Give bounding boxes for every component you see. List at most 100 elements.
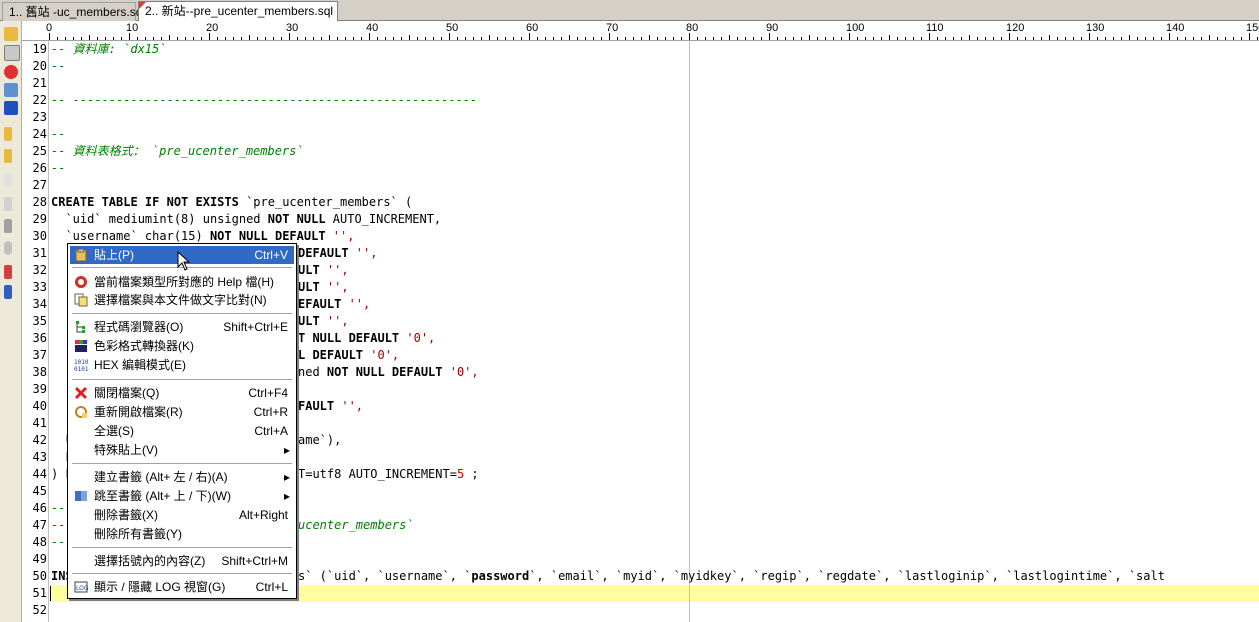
line-number: 34 — [32, 297, 47, 311]
tab-uc-members[interactable]: 1.. 舊站 -uc_members.sql — [2, 2, 145, 21]
folder-icon[interactable] — [4, 27, 18, 41]
line-number: 20 — [32, 59, 47, 73]
ruler-tick — [1201, 37, 1202, 40]
ruler-tick — [401, 37, 402, 40]
ruler-tick — [929, 33, 930, 40]
ruler-tick — [321, 37, 322, 40]
ruler-tick — [1081, 37, 1082, 40]
code-line-37: L DEFAULT '0', — [298, 348, 400, 362]
ruler-tick — [665, 37, 666, 40]
ruler-tick — [753, 37, 754, 40]
ruler-tick — [1033, 37, 1034, 40]
ruler-tick — [57, 37, 58, 40]
menu-item-goto-bookmark[interactable]: 跳至書籤 (Alt+ 上 / 下)(W) ▸ — [70, 487, 294, 505]
ruler-tick — [1241, 37, 1242, 40]
line-number: 38 — [32, 365, 47, 379]
ruler-tick — [129, 33, 130, 40]
code-line-50-tail: s` (`uid`, `username`, `password`, `emai… — [298, 569, 1165, 583]
ruler-tick — [1089, 33, 1090, 40]
tree-icon — [76, 321, 85, 333]
ruler-tick — [617, 37, 618, 40]
bookmark-icon[interactable] — [4, 127, 12, 141]
line-number: 27 — [32, 178, 47, 192]
menu-item-close-file[interactable]: 關閉檔案(Q) Ctrl+F4 — [70, 384, 294, 402]
menu-item-toggle-log-window[interactable]: LOG 顯示 / 隱藏 LOG 視窗(G) Ctrl+L — [70, 578, 294, 596]
ruler-tick — [353, 37, 354, 40]
cube-icon[interactable] — [4, 101, 18, 115]
ruler-tick — [745, 37, 746, 40]
ruler-tick — [1185, 37, 1186, 40]
column-ruler: 0102030405060708090100110120130140150 — [22, 21, 1259, 41]
line-number: 40 — [32, 399, 47, 413]
ruler-tick — [1145, 37, 1146, 40]
globe-icon[interactable] — [4, 241, 12, 255]
ruler-tick — [1225, 37, 1226, 40]
ruler-tick — [1073, 37, 1074, 40]
ruler-tick — [425, 37, 426, 40]
ruler-label: 50 — [446, 22, 459, 34]
ftp-icon[interactable] — [4, 45, 20, 61]
menu-item-reopen-file[interactable]: 重新開啟檔案(R) Ctrl+R — [70, 403, 294, 421]
ruler-tick — [825, 37, 826, 40]
tools-icon[interactable] — [4, 265, 12, 279]
ruler-tick — [993, 37, 994, 40]
clipboard-icon — [75, 248, 87, 262]
heart-icon[interactable] — [4, 65, 18, 79]
menu-item-select-all[interactable]: 全選(S) Ctrl+A — [70, 422, 294, 440]
ruler-label: 80 — [686, 22, 699, 34]
code-line-48: -- — [51, 535, 66, 549]
ruler-tick — [921, 37, 922, 40]
menu-item-compare-file[interactable]: 選擇檔案與本文件做文字比對(N) — [70, 291, 294, 309]
menu-item-hex-mode[interactable]: 1010 0101 HEX 編輯模式(E) — [70, 356, 294, 374]
ruler-tick — [441, 37, 442, 40]
ruler-tick — [433, 37, 434, 40]
ruler-tick — [633, 37, 634, 40]
file-icon[interactable] — [4, 149, 12, 163]
blue-icon[interactable] — [4, 285, 12, 299]
menu-item-code-browser[interactable]: 程式碼瀏覽器(O) Shift+Ctrl+E — [70, 318, 294, 336]
menu-item-color-converter[interactable]: 色彩格式轉換器(K) — [70, 337, 294, 355]
code-line-26: -- — [51, 161, 66, 175]
ruler-tick — [593, 37, 594, 40]
menu-item-delete-all-bookmarks[interactable]: 刪除所有書籤(Y) — [70, 525, 294, 543]
ruler-tick — [601, 37, 602, 40]
lifebuoy-icon — [75, 276, 87, 288]
ruler-tick — [289, 33, 290, 40]
ruler-tick — [113, 37, 114, 40]
tab-bar: 1.. 舊站 -uc_members.sql 2.. 新站--pre_ucent… — [0, 0, 1259, 22]
ruler-tick — [569, 35, 570, 40]
ruler-tick — [1257, 37, 1258, 40]
ruler-tick — [729, 35, 730, 40]
ruler-tick — [1065, 37, 1066, 40]
ruler-tick — [497, 37, 498, 40]
text-caret — [50, 586, 51, 601]
ruler-tick — [833, 37, 834, 40]
menu-item-help-file[interactable]: 當前檔案類型所對應的 Help 檔(H) — [70, 273, 294, 291]
line-number: 31 — [32, 246, 47, 260]
code-line-34: EFAULT '', — [298, 297, 371, 311]
ruler-tick — [937, 37, 938, 40]
menu-item-delete-bookmark[interactable]: 刪除書籤(X) Alt+Right — [70, 506, 294, 524]
code-line-36: T NULL DEFAULT '0', — [298, 331, 436, 345]
menu-item-select-bracket-content[interactable]: 選擇括號內的內容(Z) Shift+Ctrl+M — [70, 552, 294, 570]
code-line-46: -- — [51, 501, 66, 515]
gray-icon[interactable] — [4, 219, 12, 233]
ruler-tick — [897, 37, 898, 40]
ruler-tick — [1129, 35, 1130, 40]
ruler-tick — [865, 37, 866, 40]
doc-icon[interactable] — [4, 173, 12, 187]
menu-item-special-paste[interactable]: 特殊貼上(V) ▸ — [70, 441, 294, 459]
ruler-tick — [721, 37, 722, 40]
submenu-arrow-icon: ▸ — [283, 470, 290, 484]
ruler-tick — [409, 35, 410, 40]
line-number: 33 — [32, 280, 47, 294]
ruler-tick — [201, 37, 202, 40]
list-icon[interactable] — [4, 197, 12, 211]
ruler-label: 20 — [206, 22, 219, 34]
tab-pre-ucenter-members[interactable]: 2.. 新站--pre_ucenter_members.sql — [138, 1, 338, 22]
line-number: 49 — [32, 552, 47, 566]
menu-item-create-bookmark[interactable]: 建立書籤 (Alt+ 左 / 右)(A) ▸ — [70, 468, 294, 486]
window-icon[interactable] — [4, 83, 18, 97]
code-line-19: -- 資料庫: `dx15` — [51, 42, 167, 56]
line-number: 45 — [32, 484, 47, 498]
